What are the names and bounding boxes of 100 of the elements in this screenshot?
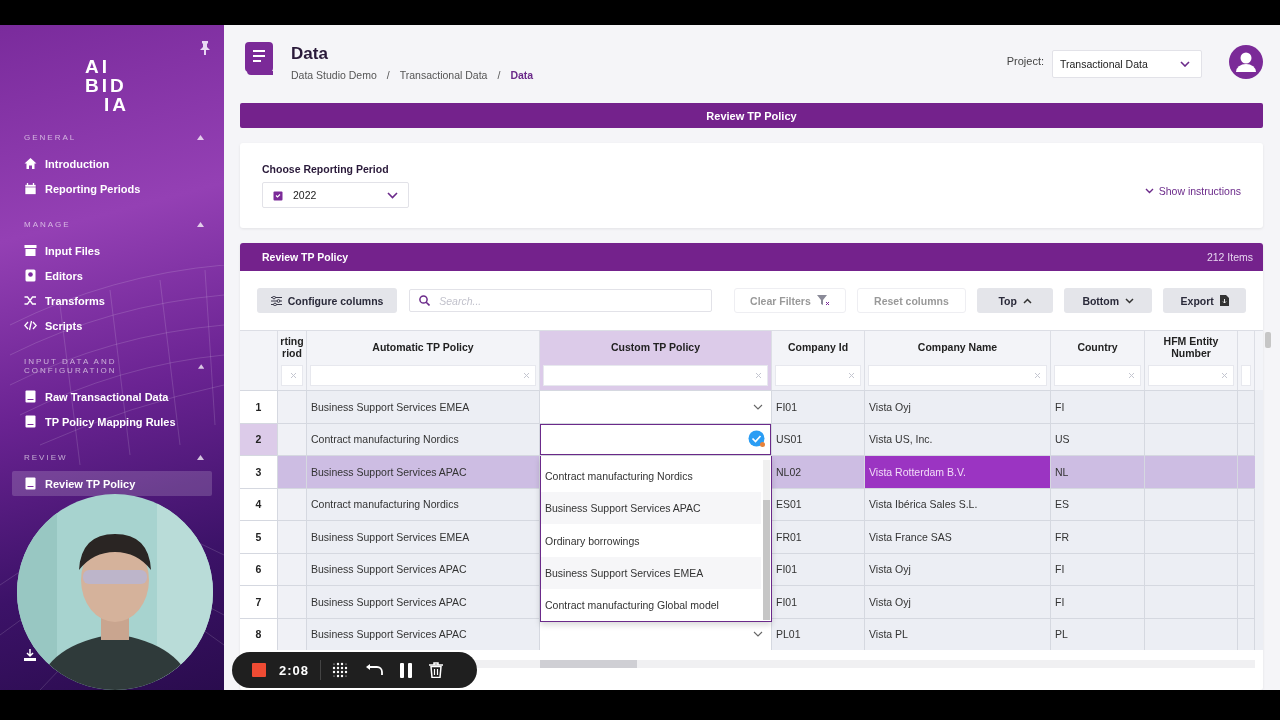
caret-icon[interactable]: [197, 455, 204, 460]
filter-field[interactable]: [1241, 365, 1251, 386]
column-header[interactable]: Company Name: [865, 331, 1051, 363]
column-header[interactable]: Company Id: [772, 331, 865, 363]
row-number: 8: [240, 617, 278, 650]
bottom-button[interactable]: Bottom: [1064, 288, 1153, 313]
trash-icon[interactable]: [429, 662, 444, 678]
dropdown-option[interactable]: Contract manufacturing Nordics: [541, 460, 761, 493]
table-cell[interactable]: Vista Oyj: [865, 552, 1051, 585]
top-button[interactable]: Top: [977, 288, 1054, 313]
scrollbar[interactable]: [540, 660, 637, 668]
panel-title: Review TP Policy: [262, 251, 349, 263]
caret-icon[interactable]: [197, 222, 204, 227]
nav-item[interactable]: Review TP Policy: [12, 471, 212, 496]
clear-icon[interactable]: [523, 372, 530, 379]
nav-item[interactable]: Editors: [12, 263, 212, 288]
column-header[interactable]: Custom TP Policy: [540, 331, 772, 363]
filter-field[interactable]: [775, 365, 861, 386]
table-cell: [1238, 455, 1255, 488]
table-cell[interactable]: Vista Ibérica Sales S.L.: [865, 487, 1051, 520]
filter-field[interactable]: [543, 365, 768, 386]
book-icon: [24, 477, 37, 490]
clear-icon[interactable]: [848, 372, 855, 379]
table-cell: [1238, 617, 1255, 650]
table-cell: FI: [1051, 552, 1145, 585]
grid-icon[interactable]: [332, 662, 349, 678]
row-number: 3: [240, 455, 278, 488]
sliders-icon: [270, 295, 282, 306]
row-number: 1: [240, 390, 278, 423]
table-cell[interactable]: Vista Oyj: [865, 390, 1051, 423]
breadcrumb-link[interactable]: Transactional Data: [399, 68, 488, 81]
breadcrumb-separator: /: [497, 68, 501, 81]
avatar-icon[interactable]: [1229, 45, 1263, 79]
clear-icon[interactable]: [755, 372, 762, 379]
calendar-icon: [24, 182, 37, 195]
row-number: 2: [240, 422, 278, 455]
caret-icon: [1022, 297, 1032, 304]
badge-icon: [24, 269, 37, 282]
nav-item[interactable]: Input Files: [12, 238, 212, 263]
clear-icon[interactable]: [290, 372, 297, 379]
nav-item[interactable]: Scripts: [12, 313, 212, 338]
column-header[interactable]: rting riod: [278, 331, 307, 363]
filter-field[interactable]: [281, 365, 303, 386]
policy-select-field[interactable]: [540, 423, 771, 455]
row-number: 4: [240, 487, 278, 520]
download-icon[interactable]: [23, 649, 37, 662]
filter-field[interactable]: [1054, 365, 1141, 386]
book-icon: [24, 390, 37, 403]
check-icon: [748, 430, 766, 449]
stop-button[interactable]: [252, 663, 266, 677]
export-button[interactable]: Export: [1163, 288, 1246, 313]
table-cell: PL01: [772, 617, 865, 650]
search-field[interactable]: Search...: [409, 289, 713, 312]
clear-icon[interactable]: [1034, 372, 1041, 379]
pin-icon[interactable]: [199, 41, 211, 55]
dropdown-option[interactable]: Business Support Services APAC: [541, 492, 761, 525]
clear-icon[interactable]: [1128, 372, 1135, 379]
dropdown-option[interactable]: Ordinary borrowings: [541, 524, 761, 557]
dropdown-option[interactable]: Business Support Services EMEA: [541, 556, 761, 589]
row-number: 7: [240, 585, 278, 618]
file-icon: [1219, 295, 1229, 306]
calendar-icon: [273, 189, 283, 201]
undo-icon[interactable]: [365, 664, 384, 676]
project-dropdown[interactable]: Transactional Data: [1052, 50, 1202, 78]
nav-item[interactable]: Raw Transactional Data: [12, 384, 212, 409]
code-icon: [24, 319, 37, 332]
item-count: 212 Items: [1206, 251, 1253, 263]
nav-item[interactable]: Introduction: [12, 151, 212, 176]
table-cell[interactable]: Vista Rotterdam B.V.: [865, 455, 1051, 488]
nav-item[interactable]: Reporting Periods: [12, 176, 212, 201]
table-cell[interactable]: Vista PL: [865, 617, 1051, 650]
filter-field[interactable]: [868, 365, 1047, 386]
filter-field[interactable]: [1148, 365, 1234, 386]
table-cell[interactable]: Vista Oyj: [865, 585, 1051, 618]
scrollbar[interactable]: [763, 500, 770, 620]
caret-icon[interactable]: [197, 363, 204, 369]
row-number: 5: [240, 520, 278, 553]
table-cell[interactable]: Vista France SAS: [865, 520, 1051, 553]
period-dropdown[interactable]: 2022: [262, 182, 409, 208]
column-header[interactable]: Country: [1051, 331, 1145, 363]
show-instructions-link[interactable]: Show instructions: [1144, 184, 1241, 197]
dropdown-option[interactable]: Contract manufacturing Global model: [541, 588, 761, 621]
home-icon: [24, 157, 37, 170]
chevron-icon[interactable]: [753, 403, 763, 410]
column-header[interactable]: HFM Entity Number: [1145, 331, 1238, 363]
table-cell: NL: [1051, 455, 1145, 488]
nav-item[interactable]: TP Policy Mapping Rules: [12, 409, 212, 434]
row-number: 6: [240, 552, 278, 585]
clear-icon[interactable]: [1221, 372, 1228, 379]
nav-item[interactable]: Transforms: [12, 288, 212, 313]
caret-icon[interactable]: [197, 135, 204, 140]
configure-columns-button[interactable]: Configure columns: [257, 288, 398, 313]
chevron-icon[interactable]: [753, 631, 763, 638]
scrollbar[interactable]: [1265, 332, 1271, 348]
pause-icon[interactable]: [400, 662, 413, 678]
table-cell: PL: [1051, 617, 1145, 650]
project-label: Project:: [1006, 55, 1044, 67]
filter-field[interactable]: [310, 365, 536, 386]
breadcrumb-link[interactable]: Data Studio Demo: [291, 68, 377, 81]
book-icon: [245, 42, 275, 76]
